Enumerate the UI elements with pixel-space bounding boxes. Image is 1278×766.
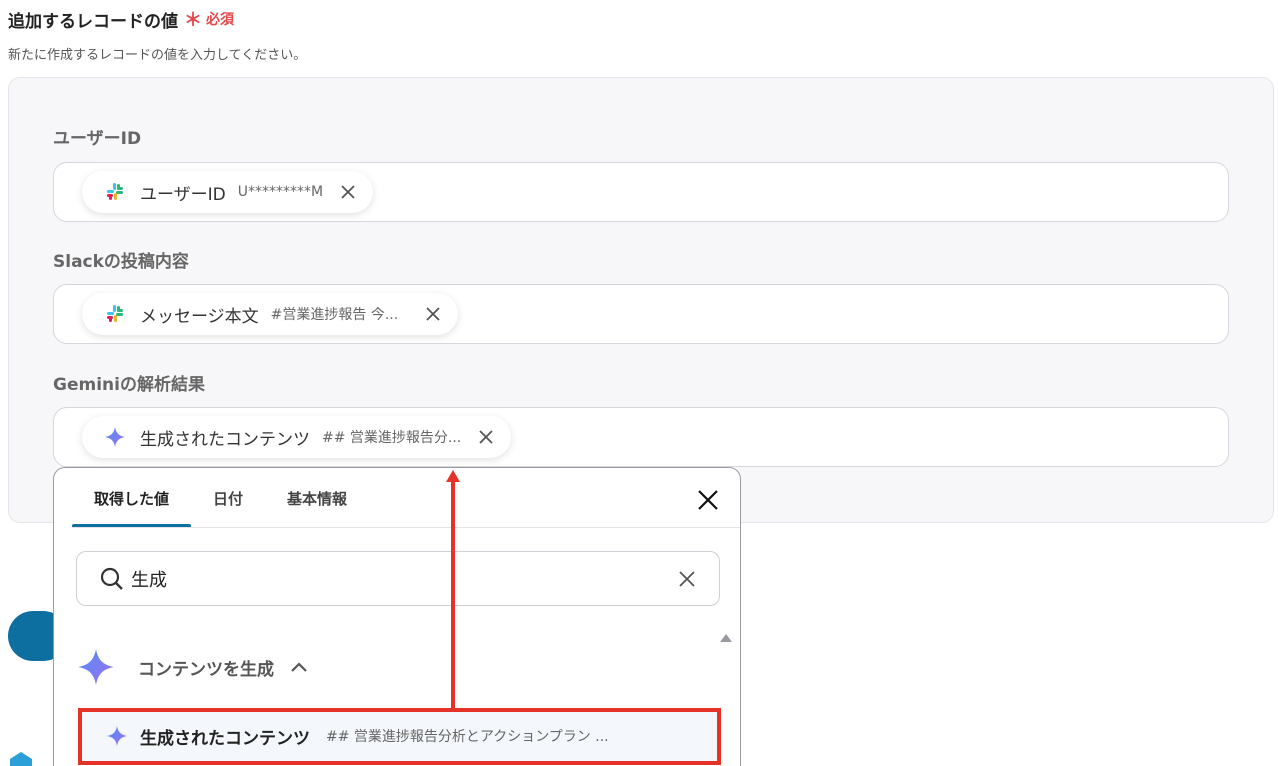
search-input[interactable] (131, 568, 651, 589)
result-item-generated-content[interactable]: 生成されたコンテンツ ## 営業進捗報告分析とアクションプラン ... (80, 708, 720, 764)
gemini-sparkle-icon (107, 726, 127, 746)
field-label-slack-content: Slackの投稿内容 (53, 252, 189, 272)
chip-name: ユーザーID (140, 184, 226, 205)
user-id-chip[interactable]: ユーザーID U*********M (82, 171, 374, 213)
result-name: 生成されたコンテンツ (140, 728, 310, 749)
gemini-result-chip[interactable]: 生成されたコンテンツ ## 営業進捗報告分... (82, 416, 512, 458)
chip-name: 生成されたコンテンツ (140, 429, 310, 450)
group-generate-content[interactable]: コンテンツを生成 (76, 645, 308, 689)
gemini-result-field[interactable]: 生成されたコンテンツ ## 営業進捗報告分... (53, 407, 1229, 467)
chip-value: #営業進捗報告 今... (270, 307, 399, 323)
chip-value: U*********M (237, 184, 324, 200)
search-box (76, 551, 720, 606)
slack-icon (104, 303, 126, 325)
user-id-field[interactable]: ユーザーID U*********M (53, 162, 1229, 222)
tab-date[interactable]: 日付 (191, 468, 265, 528)
tab-retrieved-values[interactable]: 取得した値 (72, 468, 192, 528)
search-icon (100, 567, 123, 590)
required-badge: ＊ 必須 (184, 6, 234, 32)
result-value: ## 営業進捗報告分析とアクションプラン ... (326, 729, 609, 745)
tab-basic-info[interactable]: 基本情報 (265, 468, 369, 528)
value-picker-popup: 取得した値 日付 基本情報 コンテンツを生成 生成されたコンテンツ (53, 467, 741, 766)
remove-chip-icon[interactable] (337, 181, 359, 203)
required-asterisk: ＊ (184, 10, 202, 31)
group-label: コンテンツを生成 (138, 659, 274, 680)
scroll-up-arrow[interactable] (720, 634, 732, 642)
chip-value: ## 営業進捗報告分... (322, 430, 462, 446)
clear-search-icon[interactable] (677, 569, 697, 589)
gemini-sparkle-icon (104, 426, 126, 448)
tab-divider (72, 527, 740, 528)
required-label: 必須 (206, 12, 234, 28)
slack-content-field[interactable]: メッセージ本文 #営業進捗報告 今... (53, 284, 1229, 344)
slack-icon (104, 181, 126, 203)
field-label-gemini-result: Geminiの解析結果 (53, 375, 205, 395)
section-title: 追加するレコードの値 ＊ 必須 (8, 6, 234, 32)
remove-chip-icon[interactable] (475, 426, 497, 448)
close-icon[interactable] (696, 488, 720, 512)
section-title-text: 追加するレコードの値 (8, 11, 178, 32)
popup-tabs: 取得した値 日付 基本情報 (72, 468, 369, 528)
slack-content-chip[interactable]: メッセージ本文 #営業進捗報告 今... (82, 293, 459, 335)
field-label-user-id: ユーザーID (53, 129, 142, 149)
section-description: 新たに作成するレコードの値を入力してください。 (8, 48, 307, 63)
chevron-up-icon[interactable] (290, 661, 308, 673)
chip-name: メッセージ本文 (140, 306, 259, 327)
gemini-sparkle-icon (78, 649, 114, 685)
app-badge-icon (8, 752, 34, 766)
remove-chip-icon[interactable] (422, 303, 444, 325)
